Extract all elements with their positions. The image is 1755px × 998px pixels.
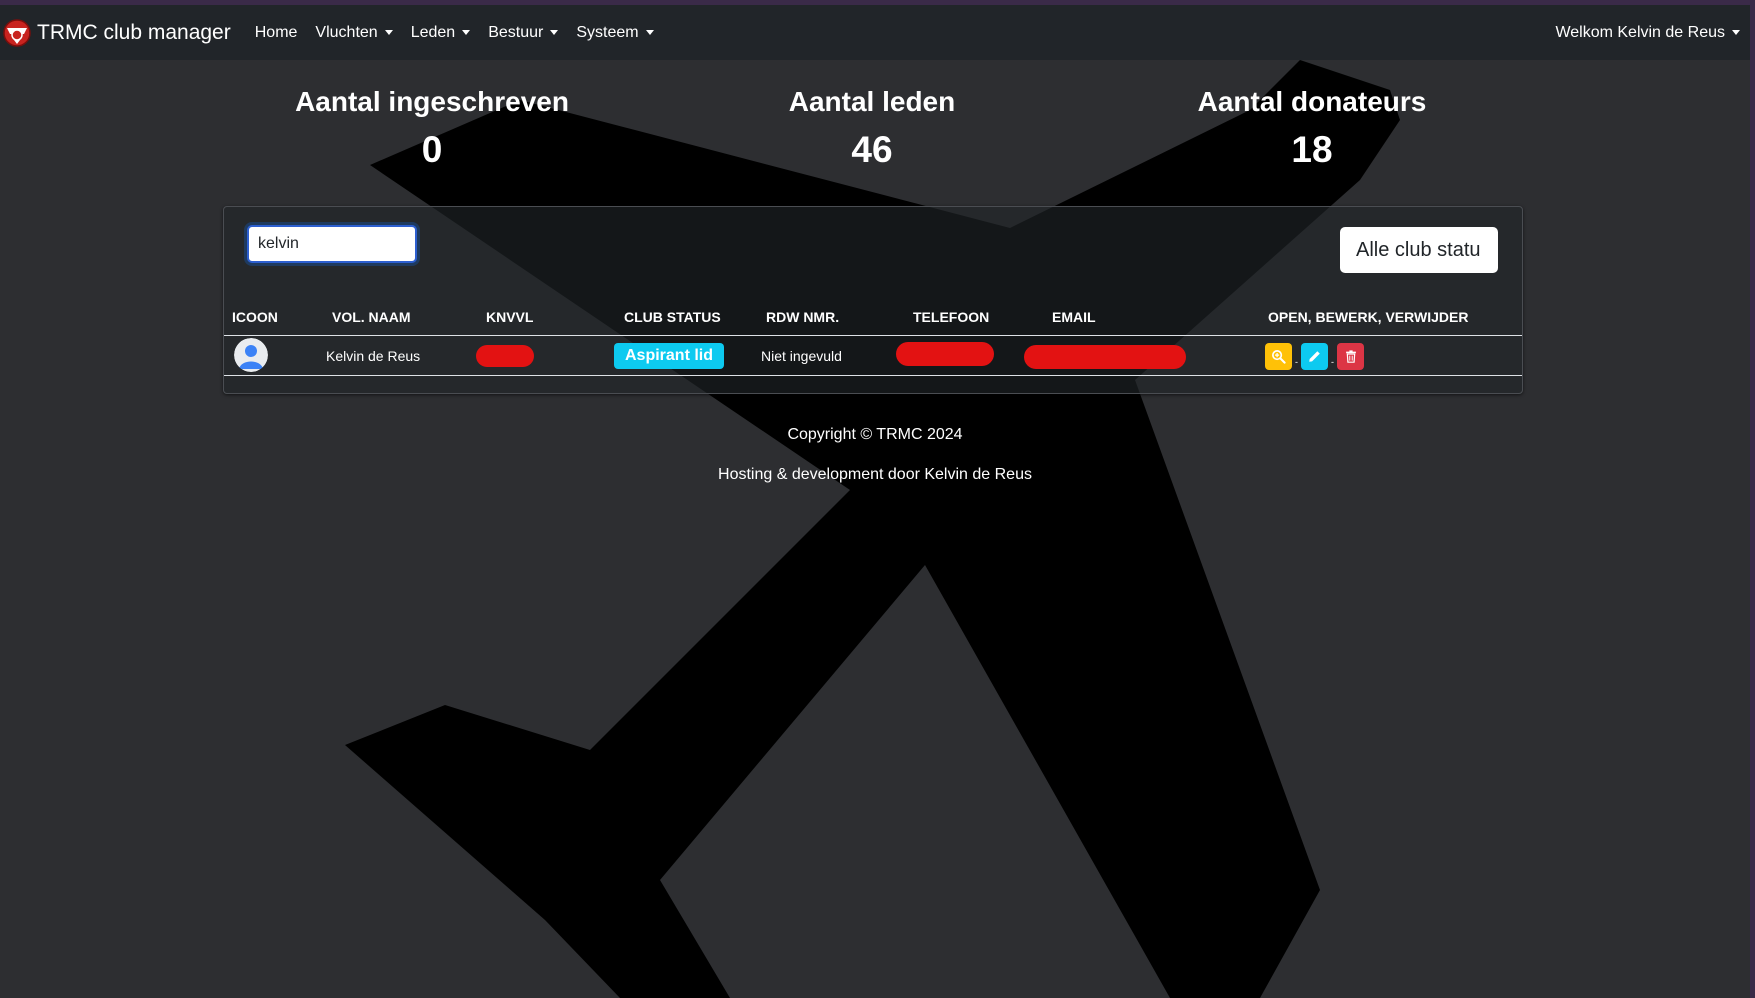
action-separator: - [1295,357,1298,367]
caret-down-icon [1732,30,1740,35]
app-window: TRMC club manager Home Vluchten Leden Be… [0,0,1755,998]
user-menu[interactable]: Welkom Kelvin de Reus [1555,24,1740,42]
nav-item-leden[interactable]: Leden [411,24,471,42]
open-button[interactable] [1265,343,1292,370]
members-card: Alle club statu ICOON VOL. NAAM KNVVL CL… [223,206,1523,394]
stat-leden: Aantal leden 46 [652,82,1092,178]
redacted-knvvl [476,345,534,367]
user-avatar-icon [234,338,268,372]
club-status-filter[interactable]: Alle club statu [1340,227,1498,273]
navbar-brand[interactable]: TRMC club manager [2,18,231,48]
window-top-border [0,0,1755,5]
column-header-icoon: ICOON [232,309,278,325]
column-header-rdw: RDW NMR. [766,309,840,325]
footer-copyright: Copyright © TRMC 2024 [787,426,963,443]
column-header-acties: OPEN, BEWERK, VERWIJDER [1268,309,1469,325]
rdw-number: Niet ingevuld [761,348,842,364]
caret-down-icon [645,30,654,35]
redacted-email [1024,345,1186,369]
column-header-email: EMAIL [1052,309,1096,325]
nav-item-home[interactable]: Home [255,24,298,42]
nav-item-label: Home [254,23,298,41]
caret-down-icon [462,30,471,35]
table-row-divider [224,375,1522,376]
nav-item-systeem[interactable]: Systeem [576,23,654,42]
search-input[interactable] [247,225,417,263]
nav-item-label: Systeem [576,23,639,41]
trash-icon [1345,350,1356,363]
column-header-telefoon: TELEFOON [913,309,990,325]
column-header-club-status: CLUB STATUS [624,309,721,325]
nav-item-vluchten[interactable]: Vluchten [315,23,393,42]
stat-value: 0 [421,129,443,170]
column-header-knvvl: KNVVL [486,309,534,325]
stat-donateurs: Aantal donateurs 18 [1092,82,1532,178]
zoom-in-icon [1272,350,1286,364]
stat-title: Aantal ingeschreven [295,86,569,117]
stat-ingeschreven: Aantal ingeschreven 0 [212,82,652,178]
nav-menu: Home Vluchten Leden Bestuur Systeem [255,24,672,42]
club-logo-icon [3,18,31,47]
user-menu-label: Welkom Kelvin de Reus [1555,23,1725,41]
stat-value: 46 [851,129,893,170]
nav-item-bestuur[interactable]: Bestuur [488,23,559,42]
nav-item-label: Vluchten [315,23,378,41]
navbar: TRMC club manager Home Vluchten Leden Be… [0,5,1750,60]
column-header-naam: VOL. NAAM [332,309,411,325]
member-name: Kelvin de Reus [326,348,421,364]
brand-title: TRMC club manager [37,20,231,44]
stat-value: 18 [1291,129,1333,170]
action-separator: - [1331,357,1334,367]
nav-item-label: Leden [410,23,456,41]
stat-title: Aantal donateurs [1197,86,1427,117]
status-badge: Aspirant lid [614,343,725,369]
pencil-icon [1309,351,1320,362]
caret-down-icon [550,30,559,35]
nav-item-label: Bestuur [488,23,544,41]
redacted-telefoon [896,342,994,366]
edit-button[interactable] [1301,343,1328,370]
stat-title: Aantal leden [788,86,956,117]
footer-hosting: Hosting & development door Kelvin de Reu… [718,466,1032,483]
table-header-divider [224,335,1522,336]
window-right-border [1750,0,1755,998]
caret-down-icon [384,30,393,35]
delete-button[interactable] [1337,343,1364,370]
